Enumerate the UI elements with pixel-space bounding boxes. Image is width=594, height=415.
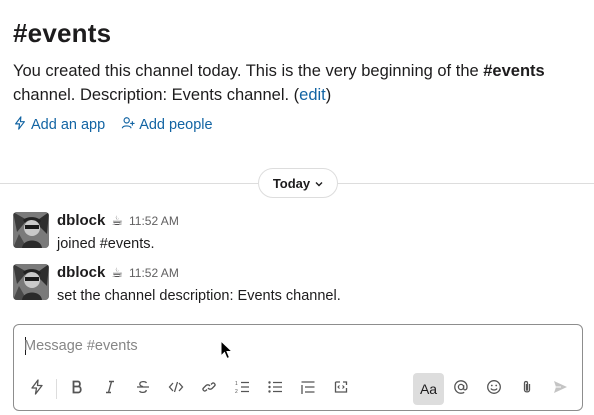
message-author[interactable]: dblock [57, 264, 105, 281]
channel-intro: #events You created this channel today. … [13, 17, 584, 134]
message-header: dblock ☕ 11:52 AM [57, 264, 341, 284]
toolbar-separator [56, 379, 57, 399]
attach-button[interactable] [510, 373, 543, 405]
italic-icon [102, 379, 118, 400]
svg-text:1: 1 [235, 381, 238, 387]
message-composer: 12 Aa [13, 324, 583, 411]
channel-title: #events [13, 18, 112, 48]
attach-icon [519, 379, 535, 400]
message-input[interactable] [24, 335, 564, 357]
message-timestamp[interactable]: 11:52 AM [129, 266, 179, 280]
message-item[interactable]: dblock ☕ 11:52 AM joined #events. [13, 212, 573, 254]
code-button[interactable] [159, 373, 192, 405]
message-text: joined #events. [57, 236, 155, 252]
avatar[interactable] [13, 212, 49, 248]
intro-actions: Add an app Add people [13, 116, 584, 134]
composer-toolbar: 12 Aa [20, 373, 576, 405]
mention-icon [453, 379, 469, 400]
edit-description-link[interactable]: edit [299, 86, 326, 104]
link-button[interactable] [192, 373, 225, 405]
code-block-button[interactable] [324, 373, 357, 405]
intro-channel-name: #events [483, 62, 545, 80]
channel-intro-text: You created this channel today. This is … [13, 59, 584, 107]
coffee-icon: ☕ [111, 265, 123, 280]
bold-icon [69, 379, 85, 400]
emoji-button[interactable] [477, 373, 510, 405]
add-an-app-button[interactable]: Add an app [13, 116, 105, 134]
day-divider-button[interactable]: Today [258, 168, 338, 198]
add-people-button[interactable]: Add people [121, 116, 213, 134]
send-icon [552, 379, 568, 400]
link-icon [201, 379, 217, 400]
chevron-down-icon [315, 176, 323, 191]
intro-prefix: You created this channel today. This is … [13, 62, 484, 80]
svg-text:2: 2 [235, 389, 238, 395]
mention-button[interactable] [444, 373, 477, 405]
blockquote-button[interactable] [291, 373, 324, 405]
strikethrough-icon [135, 379, 151, 400]
code-icon [168, 379, 184, 400]
add-an-app-label: Add an app [31, 117, 106, 133]
coffee-icon: ☕ [111, 213, 123, 228]
message-body: dblock ☕ 11:52 AM joined #events. [57, 212, 179, 254]
bulleted-list-button[interactable] [258, 373, 291, 405]
send-button[interactable] [543, 373, 576, 405]
bold-button[interactable] [60, 373, 93, 405]
message-item[interactable]: dblock ☕ 11:52 AM set the channel descri… [13, 264, 573, 306]
message-text: set the channel description: Events chan… [57, 288, 341, 304]
shortcuts-icon [29, 378, 45, 400]
message-timestamp[interactable]: 11:52 AM [129, 214, 179, 228]
intro-close: ) [325, 86, 332, 104]
add-people-label: Add people [139, 117, 213, 133]
emoji-icon [486, 379, 502, 400]
code-block-icon [333, 379, 349, 400]
formatting-toggle-button[interactable]: Aa [413, 373, 444, 405]
italic-button[interactable] [93, 373, 126, 405]
lightning-icon [13, 116, 27, 134]
strikethrough-button[interactable] [126, 373, 159, 405]
formatting-toggle-label: Aa [419, 381, 438, 397]
avatar[interactable] [13, 264, 49, 300]
ordered-list-button[interactable]: 12 [225, 373, 258, 405]
day-divider-label: Today [272, 175, 311, 191]
channel-view: #events You created this channel today. … [0, 0, 594, 415]
shortcuts-button[interactable] [20, 373, 53, 405]
intro-suffix: channel. Description: Events channel. ( [13, 86, 300, 104]
mouse-pointer-icon [220, 339, 234, 360]
bulleted-list-icon [267, 379, 283, 400]
add-person-icon [121, 116, 135, 134]
message-header: dblock ☕ 11:52 AM [57, 212, 179, 232]
ordered-list-icon: 12 [234, 379, 250, 400]
message-body: dblock ☕ 11:52 AM set the channel descri… [57, 264, 341, 306]
blockquote-icon [300, 379, 316, 400]
message-author[interactable]: dblock [57, 212, 105, 229]
